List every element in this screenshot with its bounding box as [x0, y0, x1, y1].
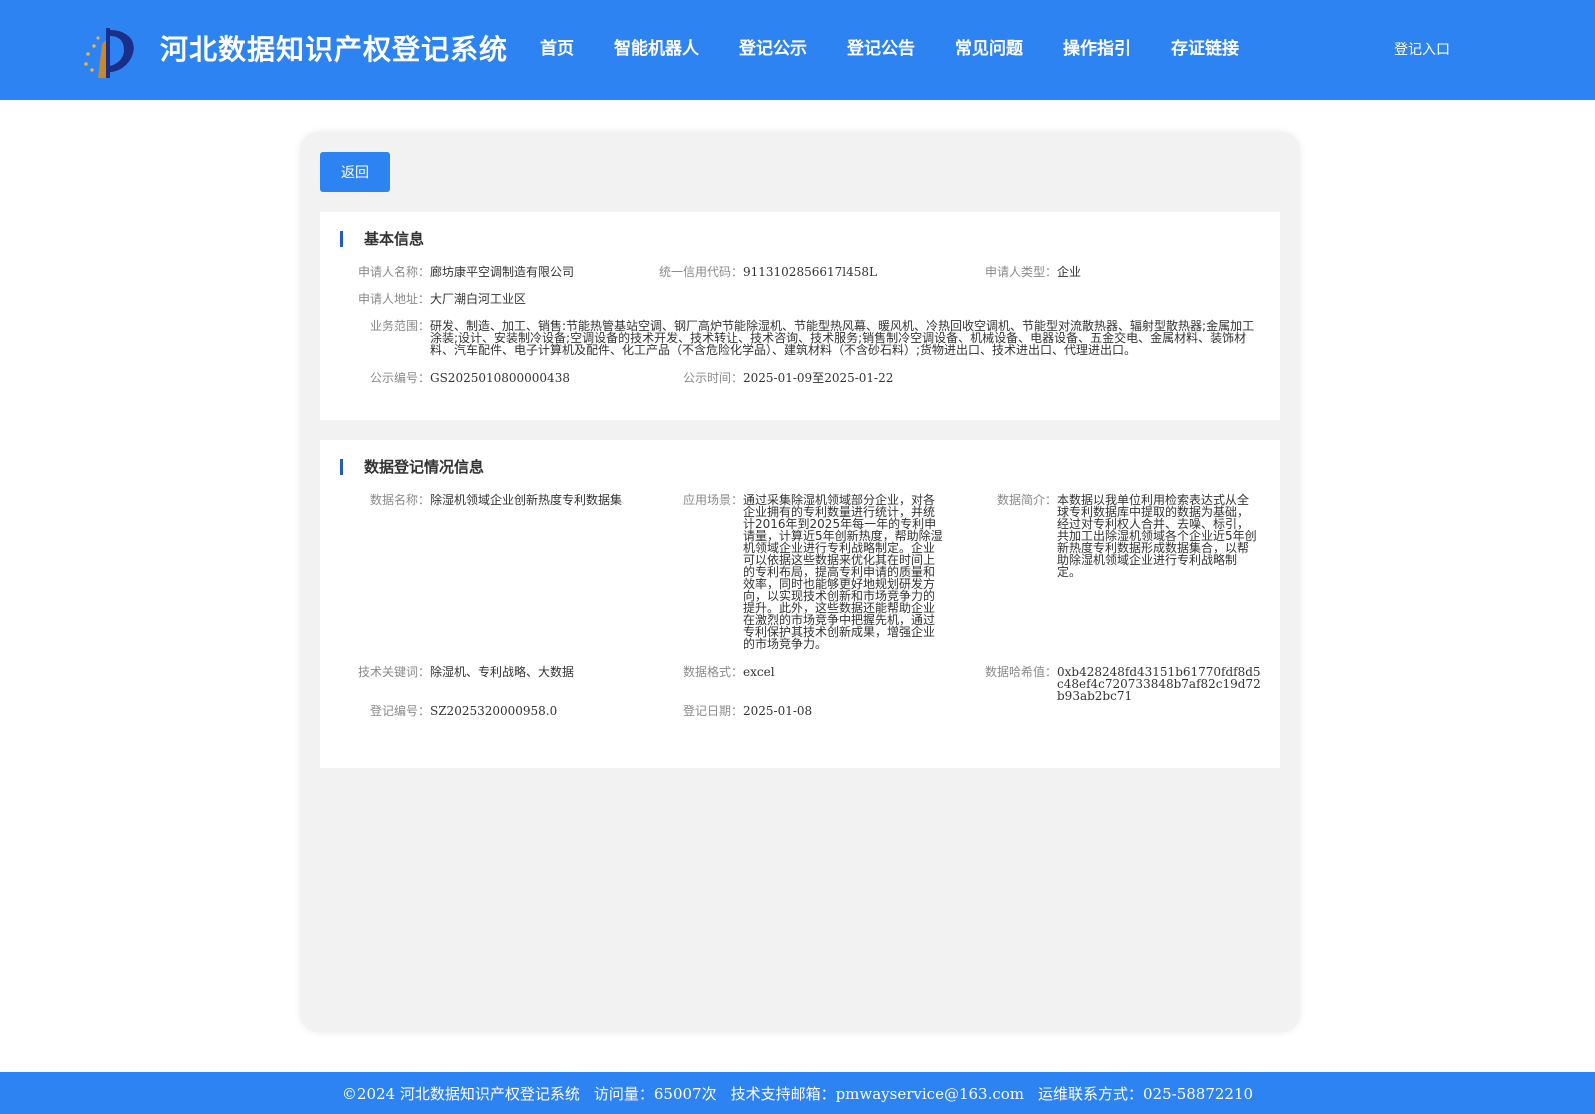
data-name-label: 数据名称： — [369, 493, 430, 507]
basic-info-title: 基本信息 — [340, 230, 424, 248]
reg-no-value: SZ2025320000958.0 — [430, 704, 558, 718]
notice-no-value: GS2025010800000438 — [430, 371, 570, 385]
notice-time-value: 2025-01-09至2025-01-22 — [743, 371, 894, 385]
reg-no-label: 登记编号： — [369, 704, 430, 718]
format-value: excel — [743, 665, 775, 679]
footer-email: 技术支持邮箱：pmwayservice@163.com — [730, 1084, 1025, 1103]
data-registration-title: 数据登记情况信息 — [340, 458, 484, 476]
summary-field: 数据简介： 本数据以我单位利用检索表达式从全球专利数据库中提取的数据为基础，经过… — [997, 493, 1257, 579]
address-label: 申请人地址： — [357, 292, 430, 306]
applicant-name-value: 廊坊康平空调制造有限公司 — [430, 265, 575, 279]
reg-date-label: 登记日期： — [682, 704, 743, 718]
applicant-name-field: 申请人名称： 廊坊康平空调制造有限公司 — [358, 265, 575, 279]
business-scope-field: 业务范围： 研发、制造、加工、销售:节能热管基站空调、钢厂高炉节能除湿机、节能型… — [370, 319, 1260, 357]
applicant-type-field: 申请人类型： 企业 — [985, 265, 1082, 279]
nav-registration-announcement[interactable]: 登记公告 — [847, 34, 915, 60]
summary-label: 数据简介： — [996, 493, 1057, 507]
notice-time-field: 公示时间： 2025-01-09至2025-01-22 — [683, 371, 894, 385]
address-value: 大厂潮白河工业区 — [430, 292, 527, 306]
footer-copyright: ©2024 河北数据知识产权登记系统 — [341, 1084, 580, 1103]
applicant-name-label: 申请人名称： — [357, 265, 430, 279]
notice-no-label: 公示编号： — [369, 371, 430, 385]
reg-no-field: 登记编号： SZ2025320000958.0 — [370, 704, 558, 718]
site-title: 河北数据知识产权登记系统 — [160, 33, 509, 66]
footer-visits: 访问量：65007次 — [593, 1084, 717, 1103]
nav-evidence-link[interactable]: 存证链接 — [1171, 34, 1239, 60]
keywords-field: 技术关键词： 除湿机、专利战略、大数据 — [358, 665, 630, 679]
notice-no-field: 公示编号： GS2025010800000438 — [370, 371, 570, 385]
notice-time-label: 公示时间： — [682, 371, 743, 385]
main-nav: 首页 智能机器人 登记公示 登记公告 常见问题 操作指引 存证链接 — [540, 34, 1279, 60]
detail-panel: 返回 基本信息 申请人名称： 廊坊康平空调制造有限公司 统一信用代码： 9113… — [300, 132, 1300, 1032]
applicant-type-value: 企业 — [1057, 265, 1082, 279]
credit-code-label: 统一信用代码： — [658, 265, 743, 279]
basic-info-card: 基本信息 申请人名称： 廊坊康平空调制造有限公司 统一信用代码： 9113102… — [320, 212, 1280, 420]
hash-value: 0xb428248fd43151b61770fdf8d5c48ef4c72073… — [1057, 665, 1261, 703]
hash-field: 数据哈希值： 0xb428248fd43151b61770fdf8d5c48ef… — [985, 665, 1262, 703]
footer-contact: 运维联系方式：025-58872210 — [1038, 1084, 1254, 1103]
summary-value: 本数据以我单位利用检索表达式从全球专利数据库中提取的数据为基础，经过对专利权人合… — [1057, 493, 1257, 579]
data-name-field: 数据名称： 除湿机领域企业创新热度专利数据集 — [370, 493, 630, 507]
nav-guide[interactable]: 操作指引 — [1063, 34, 1131, 60]
address-field: 申请人地址： 大厂潮白河工业区 — [358, 292, 527, 306]
keywords-value: 除湿机、专利战略、大数据 — [430, 665, 575, 679]
nav-robot[interactable]: 智能机器人 — [614, 34, 699, 60]
applicant-type-label: 申请人类型： — [984, 265, 1057, 279]
format-label: 数据格式： — [682, 665, 743, 679]
scenario-field: 应用场景： 通过采集除湿机领域部分企业，对各企业拥有的专利数量进行统计，并统计2… — [683, 493, 943, 651]
hash-label: 数据哈希值： — [984, 665, 1057, 679]
keywords-label: 技术关键词： — [357, 665, 430, 679]
site-logo-icon — [84, 28, 134, 78]
nav-faq[interactable]: 常见问题 — [955, 34, 1023, 60]
nav-home[interactable]: 首页 — [540, 34, 574, 60]
page-footer: ©2024 河北数据知识产权登记系统 访问量：65007次 技术支持邮箱：pmw… — [0, 1072, 1595, 1114]
top-header: 河北数据知识产权登记系统 首页 智能机器人 登记公示 登记公告 常见问题 操作指… — [0, 0, 1595, 100]
business-scope-value: 研发、制造、加工、销售:节能热管基站空调、钢厂高炉节能除湿机、节能型热风幕、暖风… — [430, 319, 1255, 357]
scenario-label: 应用场景： — [682, 493, 743, 507]
nav-registration-publicity[interactable]: 登记公示 — [739, 34, 807, 60]
business-scope-label: 业务范围： — [369, 319, 430, 333]
back-button[interactable]: 返回 — [320, 152, 390, 192]
credit-code-value: 9113102856617l458L — [743, 265, 877, 279]
login-link[interactable]: 登记入口 — [1394, 39, 1450, 59]
scenario-value: 通过采集除湿机领域部分企业，对各企业拥有的专利数量进行统计，并统计2016年到2… — [743, 493, 943, 651]
data-name-value: 除湿机领域企业创新热度专利数据集 — [430, 493, 623, 507]
data-registration-card: 数据登记情况信息 数据名称： 除湿机领域企业创新热度专利数据集 应用场景： 通过… — [320, 440, 1280, 768]
format-field: 数据格式： excel — [683, 665, 943, 679]
credit-code-field: 统一信用代码： 9113102856617l458L — [659, 265, 877, 279]
reg-date-field: 登记日期： 2025-01-08 — [683, 704, 813, 718]
reg-date-value: 2025-01-08 — [743, 704, 813, 718]
